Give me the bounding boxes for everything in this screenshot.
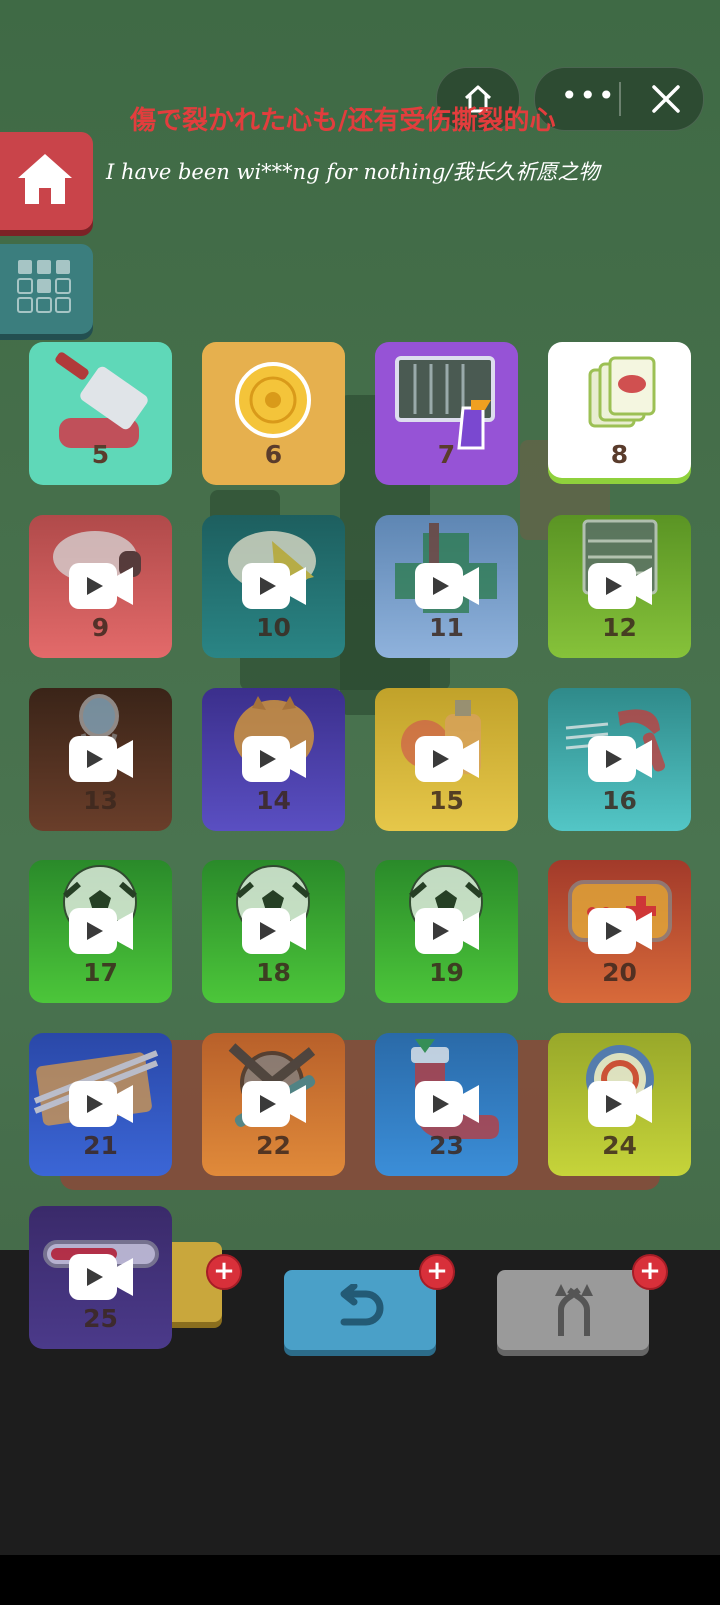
level-tile-16[interactable]: 16 [548, 688, 691, 831]
level-number: 10 [256, 613, 291, 642]
level-tile-8[interactable]: 8 [548, 342, 691, 478]
video-ad-icon [588, 908, 652, 954]
video-ad-icon [69, 1081, 133, 1127]
close-icon[interactable] [645, 78, 687, 120]
level-tile-18[interactable]: 18 [202, 860, 345, 1003]
video-ad-icon [415, 1081, 479, 1127]
level-number: 13 [83, 786, 118, 815]
video-ad-icon [415, 908, 479, 954]
level-tile-9[interactable]: 9 [29, 515, 172, 658]
level-tile-19[interactable]: 19 [375, 860, 518, 1003]
level-tile-10[interactable]: 10 [202, 515, 345, 658]
level-number: 18 [256, 958, 291, 987]
undo-plus-badge[interactable]: + [419, 1254, 455, 1290]
video-ad-icon [69, 736, 133, 782]
video-ad-icon [588, 563, 652, 609]
undo-button[interactable] [284, 1270, 436, 1350]
level-number: 12 [602, 613, 637, 642]
level-number: 16 [602, 786, 637, 815]
video-ad-icon [588, 736, 652, 782]
remove-plus-badge[interactable]: + [206, 1254, 242, 1290]
level-number: 20 [602, 958, 637, 987]
level-number: 5 [91, 440, 110, 469]
level-tile-5[interactable]: 5 [29, 342, 172, 485]
video-ad-icon [69, 1254, 133, 1300]
level-number: 24 [602, 1131, 637, 1160]
level-number: 7 [437, 440, 456, 469]
video-ad-icon [588, 1081, 652, 1127]
video-ad-icon [69, 908, 133, 954]
level-number: 8 [610, 440, 629, 469]
level-number: 17 [83, 958, 118, 987]
level-tile-14[interactable]: 14 [202, 688, 345, 831]
level-number: 23 [429, 1131, 464, 1160]
level-tile-24[interactable]: 24 [548, 1033, 691, 1176]
level-tile-6[interactable]: 6 [202, 342, 345, 485]
level-tile-20[interactable]: 20 [548, 860, 691, 1003]
video-ad-icon [242, 1081, 306, 1127]
video-ad-icon [415, 563, 479, 609]
video-ad-icon [415, 736, 479, 782]
level-tile-12[interactable]: 12 [548, 515, 691, 658]
level-number: 14 [256, 786, 291, 815]
shuffle-button[interactable] [497, 1270, 649, 1350]
lyric-line-2: I have been wi***ng for nothing/我长久祈愿之物 [106, 160, 600, 184]
level-number: 6 [264, 440, 283, 469]
house-icon [18, 154, 72, 204]
grid-icon [17, 260, 71, 313]
video-ad-icon [242, 563, 306, 609]
shuffle-plus-badge[interactable]: + [632, 1254, 668, 1290]
video-ad-icon [242, 736, 306, 782]
video-ad-icon [69, 563, 133, 609]
side-levels-button[interactable] [0, 244, 93, 334]
level-tile-17[interactable]: 17 [29, 860, 172, 1003]
level-number: 25 [83, 1304, 118, 1333]
side-home-button[interactable] [0, 132, 93, 230]
level-tile-21[interactable]: 21 [29, 1033, 172, 1176]
level-number: 21 [83, 1131, 118, 1160]
level-number: 15 [429, 786, 464, 815]
shuffle-arrows-icon [555, 1284, 593, 1336]
level-tile-13[interactable]: 13 [29, 688, 172, 831]
system-nav-bar [0, 1555, 720, 1605]
level-number: 9 [91, 613, 110, 642]
level-tile-25[interactable]: 25 [29, 1206, 172, 1349]
lyric-line-1: 傷で裂かれた心も/还有受伤撕裂的心 [130, 106, 556, 136]
level-tile-22[interactable]: 22 [202, 1033, 345, 1176]
level-tile-7[interactable]: 7 [375, 342, 518, 485]
video-ad-icon [242, 908, 306, 954]
level-number: 22 [256, 1131, 291, 1160]
level-number: 19 [429, 958, 464, 987]
level-tile-11[interactable]: 11 [375, 515, 518, 658]
level-tile-23[interactable]: 23 [375, 1033, 518, 1176]
level-tile-15[interactable]: 15 [375, 688, 518, 831]
level-number: 11 [429, 613, 464, 642]
undo-arrow-icon [340, 1284, 384, 1326]
